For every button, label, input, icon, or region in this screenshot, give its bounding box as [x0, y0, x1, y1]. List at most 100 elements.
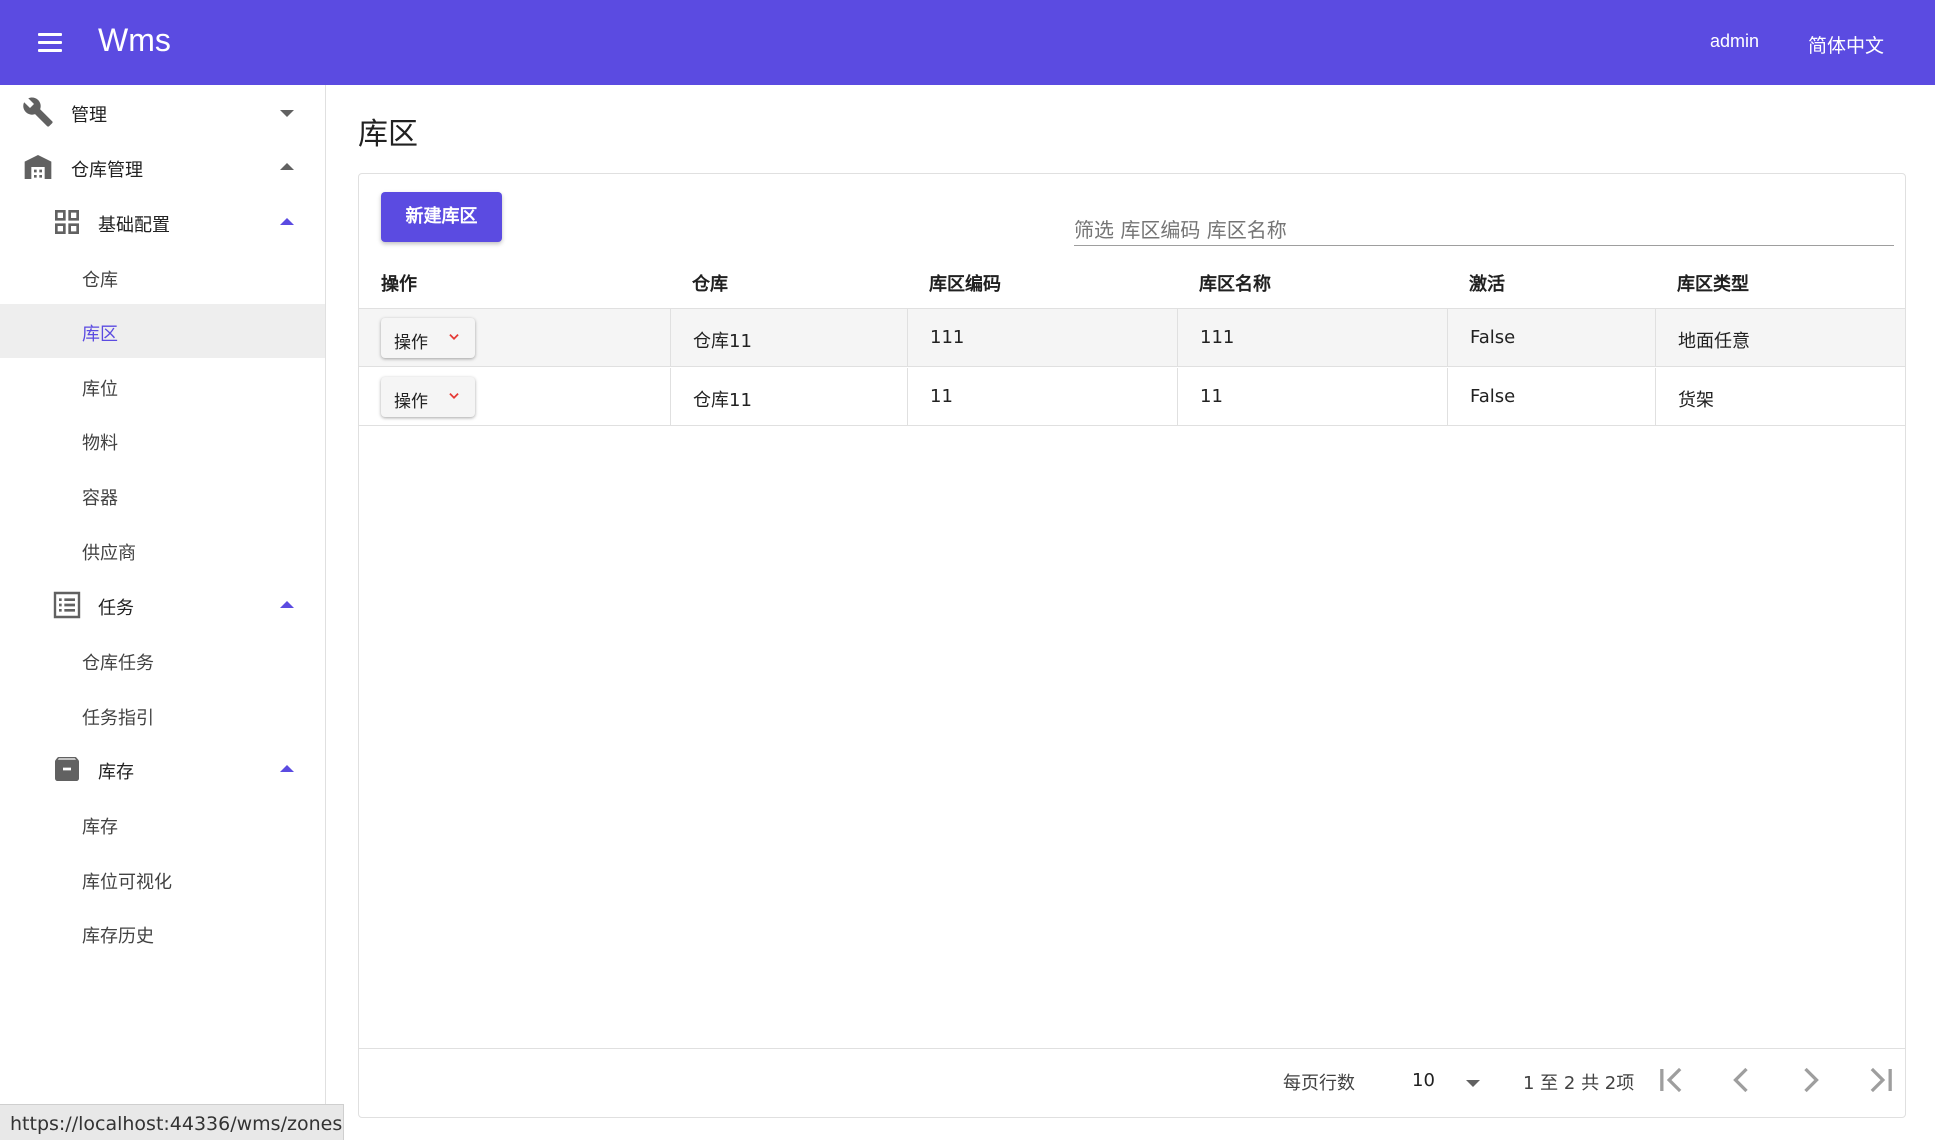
language-selector[interactable]: 简体中文: [1808, 31, 1884, 58]
table-cell: False: [1447, 309, 1655, 367]
table-cell: 地面任意: [1655, 309, 1905, 367]
sidebar-item-inventory-history[interactable]: 库存历史: [0, 906, 325, 960]
cell-zone-type: 货架: [1678, 390, 1714, 411]
sidebar-group-label: 仓库管理: [71, 160, 143, 181]
sidebar-item-task-guide[interactable]: 任务指引: [0, 688, 325, 742]
caret-up-icon: [280, 765, 294, 772]
user-menu[interactable]: admin: [1710, 31, 1759, 52]
zones-table-card: 新建库区 操作 仓库 库区编码 库区名称 激活 库区类型 操作 仓库11 111…: [358, 173, 1906, 1118]
column-header-zone-code[interactable]: 库区编码: [929, 270, 1001, 296]
sidebar-item-label: 物料: [82, 433, 118, 454]
sidebar-item-label: 库存: [82, 817, 118, 838]
table-cell: 11: [1177, 368, 1447, 426]
rows-per-page-select[interactable]: 10: [1404, 1062, 1484, 1102]
warehouse-icon: [24, 155, 52, 179]
sidebar-item-supplier[interactable]: 供应商: [0, 523, 325, 577]
table-row: 操作 仓库11 111 111 False 地面任意: [359, 309, 1905, 367]
status-url: https://localhost:44336/wms/zones: [0, 1104, 344, 1140]
column-header-active[interactable]: 激活: [1469, 270, 1505, 296]
cell-zone-code: 11: [930, 386, 953, 407]
last-page-icon: [1870, 1067, 1892, 1093]
caret-down-icon: [280, 110, 294, 117]
sidebar-subgroup-basic-config[interactable]: 基础配置: [0, 195, 325, 249]
action-button-label: 操作: [394, 333, 428, 353]
new-zone-button[interactable]: 新建库区: [381, 192, 502, 242]
table-cell: 11: [907, 368, 1177, 426]
table-cell: 仓库11: [670, 368, 907, 426]
pagination-range: 1 至 2 共 2项: [1523, 1073, 1635, 1094]
sidebar-item-zone[interactable]: 库区: [0, 304, 325, 358]
sidebar-item-label: 任务指引: [82, 708, 154, 729]
sidebar-item-label: 容器: [82, 488, 118, 509]
footer-divider: [359, 1048, 1905, 1049]
sidebar-subgroup-tasks[interactable]: 任务: [0, 578, 325, 632]
first-page-button[interactable]: [1649, 1058, 1693, 1102]
table-row: 操作 仓库11 11 11 False 货架: [359, 368, 1905, 426]
table-cell: 操作: [359, 368, 670, 426]
sidebar-item-warehouse[interactable]: 仓库: [0, 250, 325, 304]
sidebar-item-label: 库存历史: [82, 926, 154, 947]
cell-active: False: [1470, 327, 1516, 348]
caret-down-icon: [1466, 1080, 1480, 1087]
last-page-button[interactable]: [1859, 1058, 1903, 1102]
sidebar-group-label: 管理: [71, 105, 107, 126]
table-cell: 111: [1177, 309, 1447, 367]
sidebar-item-label: 库位可视化: [82, 872, 172, 893]
table-cell: 货架: [1655, 368, 1905, 426]
cell-zone-name: 11: [1200, 386, 1223, 407]
row-action-button[interactable]: 操作: [381, 318, 475, 358]
sidebar-item-material[interactable]: 物料: [0, 413, 325, 467]
sidebar-group-warehouse[interactable]: 仓库管理: [0, 140, 325, 194]
menu-icon[interactable]: [30, 27, 70, 59]
row-action-button[interactable]: 操作: [381, 377, 475, 417]
sidebar-item-warehouse-tasks[interactable]: 仓库任务: [0, 633, 325, 687]
wrench-icon: [23, 97, 53, 127]
grid-icon: [55, 210, 79, 234]
sidebar-item-label: 库位: [82, 379, 118, 400]
next-page-button[interactable]: [1789, 1058, 1833, 1102]
column-header-action[interactable]: 操作: [381, 270, 417, 296]
sidebar-item-location-visual[interactable]: 库位可视化: [0, 852, 325, 906]
app-bar: Wms admin 简体中文: [0, 0, 1935, 85]
action-button-label: 操作: [394, 392, 428, 412]
sidebar-item-location[interactable]: 库位: [0, 359, 325, 413]
chevron-down-icon: [449, 393, 459, 399]
page-title: 库区: [358, 117, 418, 152]
filter-input[interactable]: [1074, 214, 1894, 246]
main-content: 库区 新建库区 操作 仓库 库区编码 库区名称 激活 库区类型 操作 仓库11 …: [326, 85, 1935, 1140]
rows-per-page-label: 每页行数: [1283, 1073, 1355, 1094]
cell-warehouse: 仓库11: [693, 331, 752, 352]
sidebar-subgroup-label: 基础配置: [98, 215, 170, 236]
previous-page-button[interactable]: [1719, 1058, 1763, 1102]
cell-zone-name: 111: [1200, 327, 1235, 348]
archive-icon: [55, 757, 79, 781]
caret-up-icon: [280, 163, 294, 170]
column-header-zone-type[interactable]: 库区类型: [1677, 270, 1749, 296]
sidebar-subgroup-label: 库存: [98, 762, 134, 783]
sidebar-item-label: 仓库任务: [82, 653, 154, 674]
sidebar-subgroup-label: 任务: [98, 598, 134, 619]
cell-warehouse: 仓库11: [693, 390, 752, 411]
sidebar-item-label: 仓库: [82, 270, 118, 291]
cell-zone-code: 111: [930, 327, 965, 348]
sidebar-item-inventory[interactable]: 库存: [0, 797, 325, 851]
table-cell: 111: [907, 309, 1177, 367]
cell-zone-type: 地面任意: [1678, 331, 1750, 352]
chevron-left-icon: [1733, 1067, 1748, 1093]
app-title: Wms: [98, 22, 171, 58]
sidebar: 管理 仓库管理 基础配置 仓库 库区 库位 物料 容器 供应商 任务 仓库任务 …: [0, 85, 326, 1140]
column-header-zone-name[interactable]: 库区名称: [1199, 270, 1271, 296]
chevron-right-icon: [1804, 1067, 1819, 1093]
table-cell: 操作: [359, 309, 670, 367]
column-header-warehouse[interactable]: 仓库: [692, 270, 728, 296]
sidebar-item-container[interactable]: 容器: [0, 468, 325, 522]
cell-active: False: [1470, 386, 1516, 407]
list-icon: [53, 591, 81, 619]
table-cell: False: [1447, 368, 1655, 426]
caret-up-icon: [280, 218, 294, 225]
sidebar-group-admin[interactable]: 管理: [0, 85, 325, 139]
rows-per-page-value: 10: [1412, 1070, 1435, 1091]
sidebar-subgroup-inventory[interactable]: 库存: [0, 742, 325, 796]
first-page-icon: [1660, 1067, 1682, 1093]
caret-up-icon: [280, 601, 294, 608]
